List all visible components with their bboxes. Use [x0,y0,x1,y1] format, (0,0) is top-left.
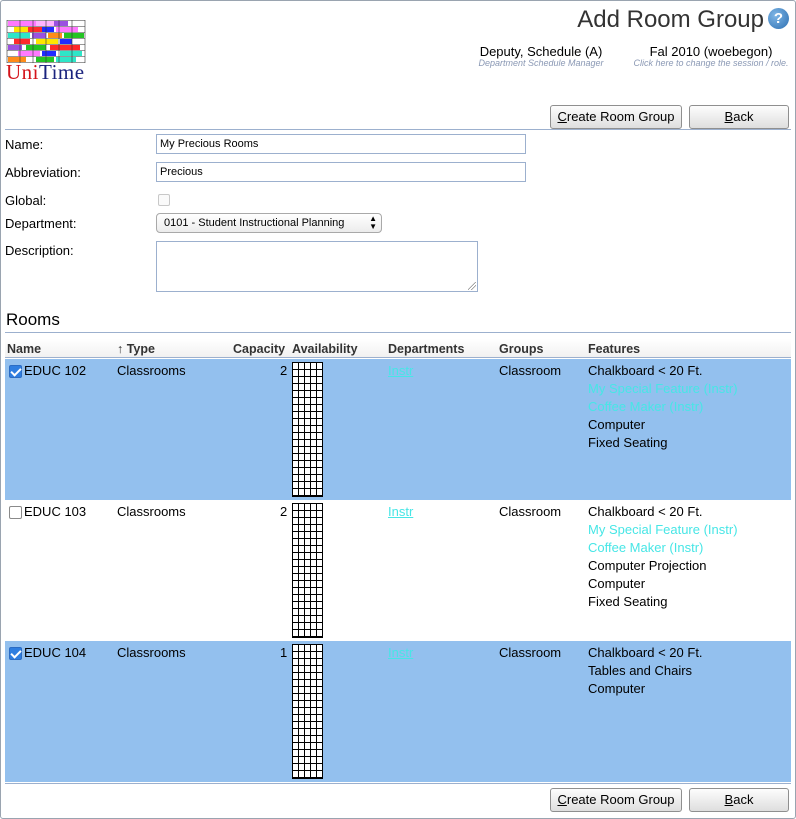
col-name-header[interactable]: Name [7,342,41,356]
feature-item: Computer [588,417,646,432]
table-row[interactable]: EDUC 102 Classrooms 2 Instr Classroom Ch… [5,359,791,500]
feature-item: Computer [588,576,646,591]
feature-item: Coffee Maker (Instr) [588,399,704,414]
room-capacity: 1 [280,645,288,660]
table-row[interactable]: EDUC 104 Classrooms 1 Instr Classroom Ch… [5,641,791,782]
back-button[interactable]: Back [689,105,789,129]
department-label: Department: [5,216,77,231]
user-name: Deputy, Schedule (A) [479,44,603,59]
room-name: EDUC 104 [24,645,87,660]
footer-divider [5,783,791,784]
room-features: Chalkboard < 20 Ft. Tables and Chairs Co… [588,644,703,698]
col-capacity-header[interactable]: Capacity [233,342,285,356]
row-select-checkbox[interactable] [9,365,22,378]
col-availability-header[interactable]: Availability [292,342,358,356]
department-link[interactable]: Instr [388,503,413,521]
create-room-group-button-bottom[interactable]: Create Room Group [550,788,682,812]
session-hint: Click here to change the session / role. [633,58,789,68]
feature-item: Chalkboard < 20 Ft. [588,645,703,660]
global-checkbox[interactable] [158,194,170,206]
page-title: Add Room Group [577,6,764,33]
room-group: Classroom [499,504,562,519]
room-name: EDUC 102 [24,363,87,378]
table-header-divider [5,357,791,358]
col-features-header[interactable]: Features [588,342,640,356]
logo-text: UniTime [6,60,85,84]
user-role: Department Schedule Manager [478,58,604,68]
rooms-divider [5,332,791,333]
feature-item: Fixed Seating [588,594,668,609]
room-name: EDUC 103 [24,504,87,519]
create-room-group-button[interactable]: Create Room Group [550,105,682,129]
feature-item: Computer Projection [588,558,707,573]
row-select-checkbox[interactable] [9,647,22,660]
rooms-section-title: Rooms [6,310,60,329]
feature-item: Chalkboard < 20 Ft. [588,363,703,378]
availability-grid[interactable] [292,503,323,638]
col-departments-header[interactable]: Departments [388,342,464,356]
room-group: Classroom [499,363,562,378]
feature-item: Chalkboard < 20 Ft. [588,504,703,519]
row-select-checkbox[interactable] [9,506,22,519]
department-link[interactable]: Instr [388,362,413,380]
department-selected-value: 0101 - Student Instructional Planning [164,217,345,229]
col-type-header[interactable]: ↑ Type [117,342,155,356]
table-row[interactable]: EDUC 103 Classrooms 2 Instr Classroom Ch… [5,500,791,641]
room-type: Classrooms [117,504,186,519]
feature-item: My Special Feature (Instr) [588,522,738,537]
room-type: Classrooms [117,363,186,378]
abbreviation-input[interactable]: Precious [156,162,526,182]
col-groups-header[interactable]: Groups [499,342,543,356]
feature-item: Coffee Maker (Instr) [588,540,704,555]
availability-grid[interactable] [292,644,323,779]
back-button-bottom[interactable]: Back [689,788,789,812]
name-input[interactable]: My Precious Rooms [156,134,526,154]
question-icon[interactable]: ? [768,8,789,29]
description-textarea[interactable] [156,241,478,292]
room-type: Classrooms [117,645,186,660]
feature-item: Fixed Seating [588,435,668,450]
user-info[interactable]: Deputy, Schedule (A) Department Schedule… [471,44,611,68]
availability-grid[interactable] [292,362,323,497]
room-capacity: 2 [280,363,288,378]
resize-grip-icon[interactable] [468,282,476,290]
room-features: Chalkboard < 20 Ft. My Special Feature (… [588,503,738,611]
department-link[interactable]: Instr [388,644,413,662]
feature-item: Tables and Chairs [588,663,693,678]
session-name: Fal 2010 (woebegon) [649,44,773,59]
feature-item: My Special Feature (Instr) [588,381,738,396]
abbreviation-label: Abbreviation: [5,165,81,180]
description-label: Description: [5,243,74,258]
name-label: Name: [5,137,44,152]
header-divider [5,129,791,130]
room-capacity: 2 [280,504,288,519]
select-arrows-icon: ▲ ▼ [369,214,377,231]
session-info[interactable]: Fal 2010 (woebegon) Click here to change… [630,44,792,68]
feature-item: Computer [588,681,646,696]
global-label: Global: [5,193,47,208]
department-select[interactable]: 0101 - Student Instructional Planning ▲ ▼ [156,213,382,233]
room-group: Classroom [499,645,562,660]
room-features: Chalkboard < 20 Ft. My Special Feature (… [588,362,738,452]
